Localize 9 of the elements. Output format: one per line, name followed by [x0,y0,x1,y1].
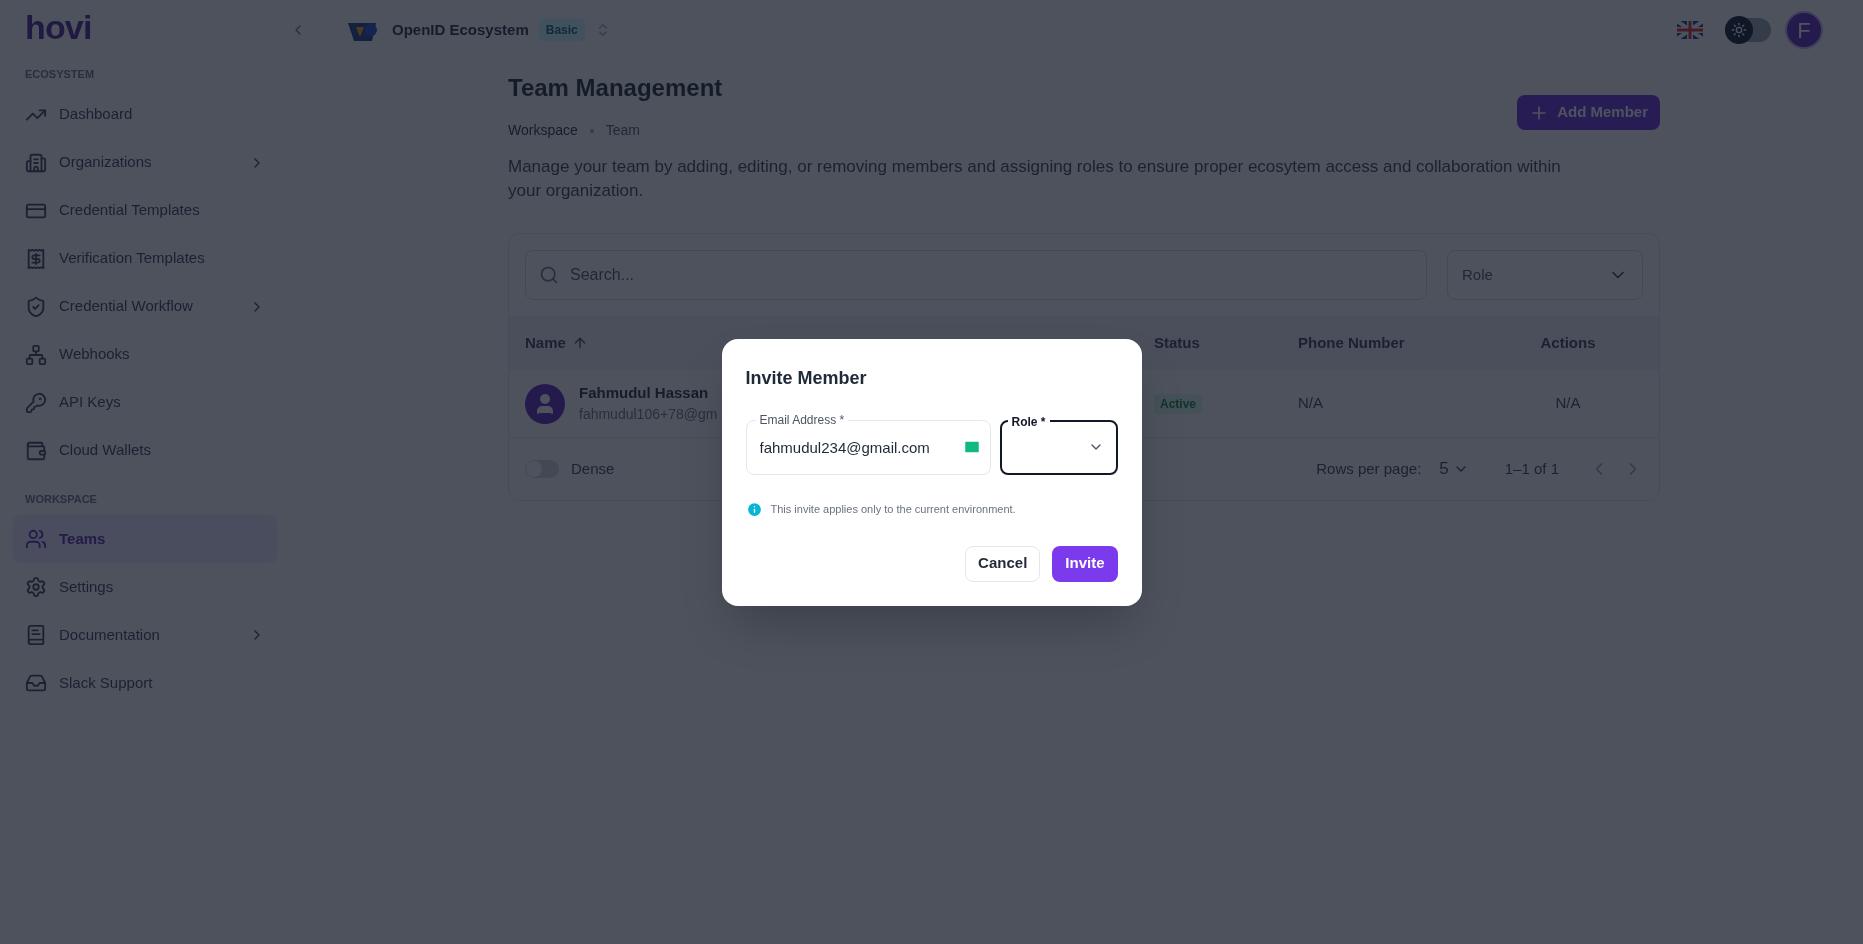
cancel-button[interactable]: Cancel [965,545,1041,582]
member-name: Fahmudul Hassan [579,382,710,403]
info-icon [745,500,763,518]
page-title: Team Management [508,73,723,103]
hovi-logo: hovi [25,10,92,48]
breadcrumb[interactable]: Workspace [508,120,578,141]
info-text: This invite applies only to the current environment. [770,501,1016,517]
dialog-title: Invite Member [745,366,868,390]
invite-button[interactable]: Invite [1052,545,1118,582]
